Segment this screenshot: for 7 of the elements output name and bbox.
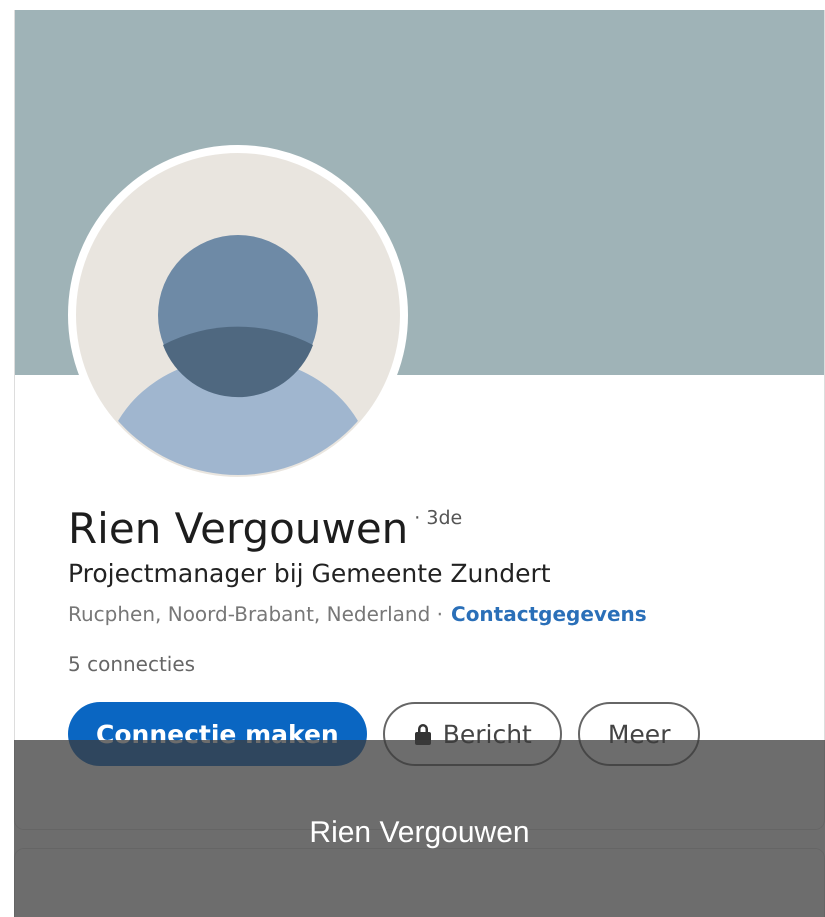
profile-headline: Projectmanager bij Gemeente Zundert: [68, 559, 552, 588]
profile-name: Rien Vergouwen: [68, 503, 408, 555]
profile-location: Rucphen, Noord-Brabant, Nederland ·: [68, 602, 444, 626]
contact-info-link[interactable]: Contactgegevens: [451, 602, 647, 626]
connection-degree: · 3de: [414, 507, 462, 529]
caption-text: Rien Vergouwen: [309, 816, 530, 851]
connections-count: 5 connecties: [68, 652, 196, 676]
